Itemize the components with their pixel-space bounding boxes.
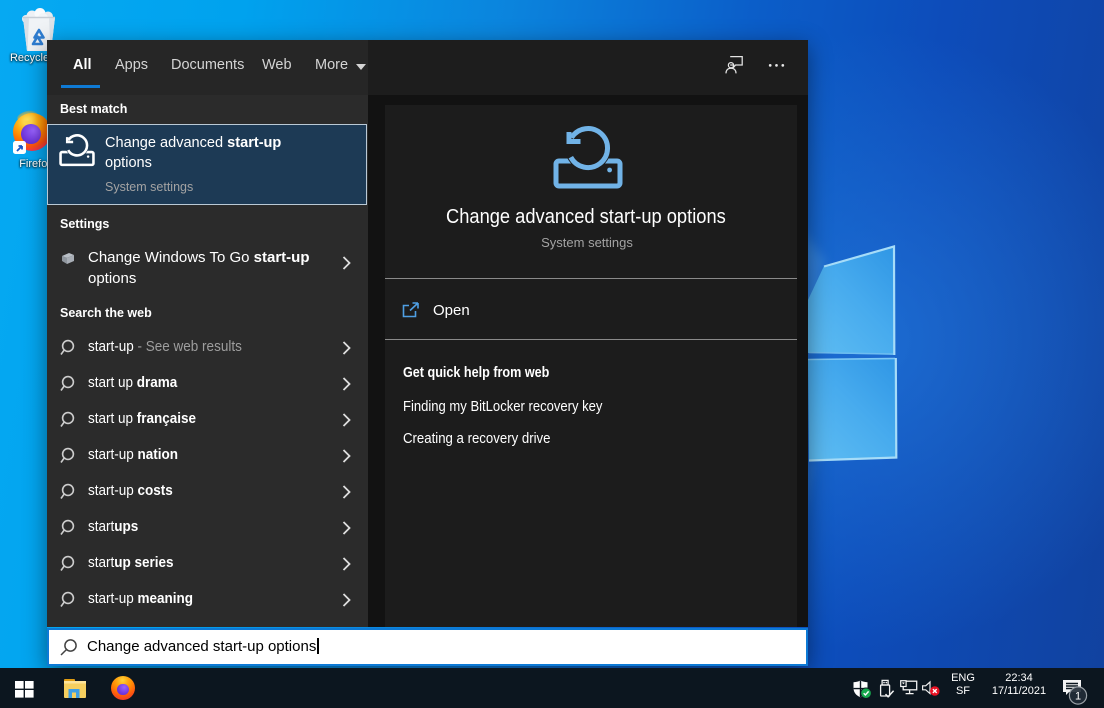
svg-text:1: 1 bbox=[1075, 691, 1081, 703]
